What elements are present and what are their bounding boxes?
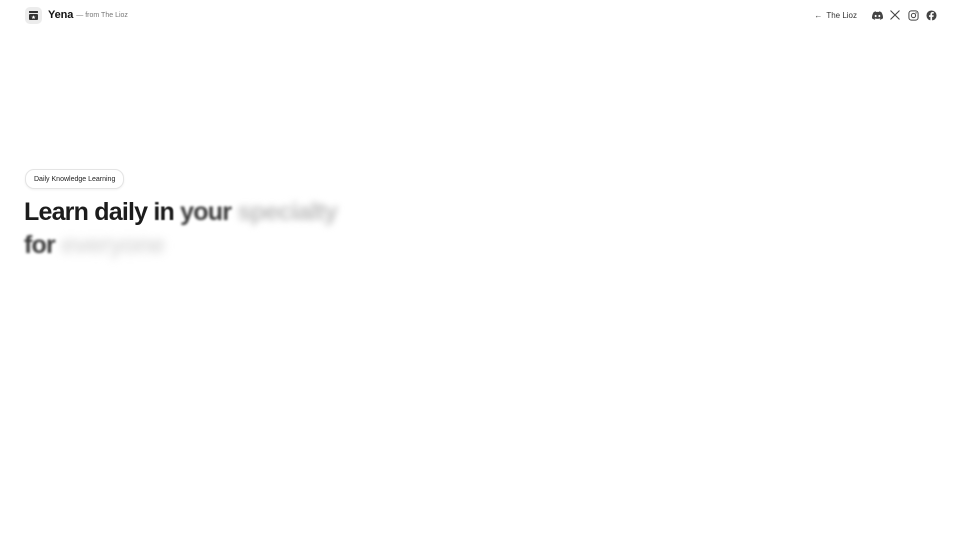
- back-link-label: The Lioz: [826, 10, 857, 20]
- app-logo-icon: [25, 6, 42, 24]
- brand-from-text: — from The Lioz: [76, 11, 128, 19]
- page: Yena — from The Lioz ← The Lioz Daily Kn…: [0, 0, 960, 540]
- headline-word: Learn: [24, 198, 89, 226]
- headline-word: specialty: [237, 198, 338, 226]
- x-icon: [890, 10, 900, 20]
- discord-icon: [871, 10, 883, 20]
- instagram-link[interactable]: [907, 9, 919, 21]
- facebook-link[interactable]: [925, 9, 937, 21]
- headline-line-2: for everyone: [24, 229, 624, 262]
- headline-word: daily: [94, 198, 148, 226]
- arrow-left-icon: ←: [814, 10, 823, 20]
- header-links: ← The Lioz: [814, 8, 937, 22]
- headline-line-1: Learn daily in your specialty: [24, 196, 624, 229]
- headline-word: your: [180, 198, 232, 226]
- brand-name: Yena: [48, 9, 74, 21]
- headline-word: in: [153, 198, 175, 226]
- back-to-the-lioz-link[interactable]: ← The Lioz: [814, 11, 857, 20]
- discord-link[interactable]: [871, 9, 883, 21]
- category-badge: Daily Knowledge Learning: [25, 169, 125, 189]
- headline-word: for: [24, 231, 56, 259]
- instagram-icon: [907, 9, 919, 21]
- facebook-icon: [925, 9, 937, 21]
- hero-headline: Learn daily in your specialty for everyo…: [24, 196, 624, 262]
- headline-word: everyone: [61, 231, 165, 259]
- top-nav: Yena — from The Lioz ← The Lioz: [0, 0, 960, 30]
- brand-link[interactable]: Yena — from The Lioz: [25, 6, 128, 24]
- x-link[interactable]: [889, 9, 901, 21]
